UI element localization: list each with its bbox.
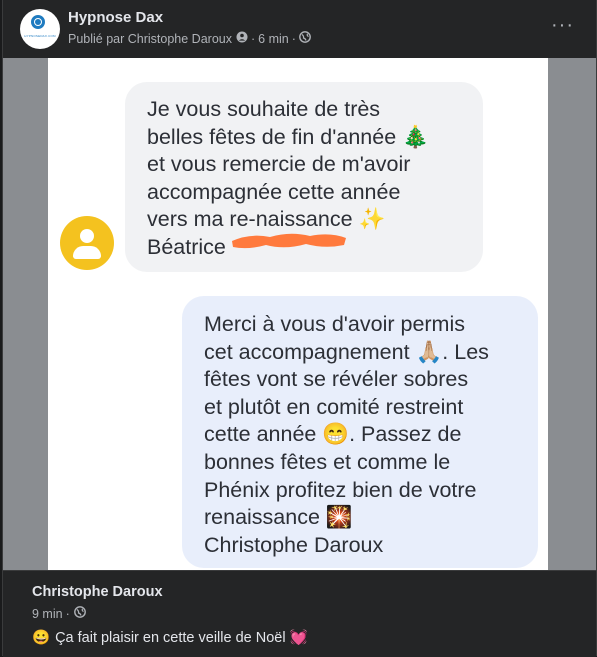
comment: Christophe Daroux 9 min · 😀 Ça fait plai…: [3, 570, 596, 657]
comment-meta: 9 min ·: [32, 606, 86, 621]
comment-meta-separator: ·: [65, 606, 70, 621]
page-avatar[interactable]: HYPNOSEDAX.COM: [20, 9, 60, 49]
person-body-icon: [73, 246, 101, 259]
meta-separator-2: ·: [291, 31, 296, 46]
comment-author[interactable]: Christophe Daroux: [32, 584, 163, 600]
sent-message-bubble: Merci à vous d'avoir permis cet accompag…: [182, 296, 538, 568]
globe-icon[interactable]: [73, 606, 86, 621]
meta-separator: ·: [250, 31, 256, 46]
page-name[interactable]: Hypnose Dax: [68, 9, 163, 26]
post-image[interactable]: Je vous souhaite de très belles fêtes de…: [3, 58, 596, 570]
person-head-icon: [80, 229, 94, 243]
redaction-scribble: [232, 233, 346, 249]
facebook-post: HYPNOSEDAX.COM Hypnose Dax Publié par Ch…: [2, 0, 597, 657]
post-header: HYPNOSEDAX.COM Hypnose Dax Publié par Ch…: [3, 0, 596, 58]
beating-heart-emoji: 💓: [289, 630, 308, 646]
publisher-info-icon[interactable]: [236, 31, 248, 46]
more-options-button[interactable]: ···: [551, 14, 574, 37]
comment-time[interactable]: 9 min: [32, 607, 63, 621]
comment-body: Ça fait plaisir en cette veille de Noël: [55, 629, 286, 646]
sms-screenshot: Je vous souhaite de très belles fêtes de…: [48, 58, 548, 570]
logo-text: HYPNOSEDAX.COM: [24, 34, 56, 38]
globe-icon[interactable]: [299, 31, 311, 46]
received-message-bubble: Je vous souhaite de très belles fêtes de…: [125, 82, 483, 272]
comment-text: 😀 Ça fait plaisir en cette veille de Noë…: [32, 629, 308, 647]
sent-message-text: Merci à vous d'avoir permis cet accompag…: [204, 312, 489, 557]
logo-dot-icon: [35, 19, 41, 25]
post-meta: Publié par Christophe Daroux · 6 min ·: [68, 31, 311, 46]
grinning-face-emoji: 😀: [32, 630, 51, 646]
contact-avatar: [60, 216, 114, 270]
published-by[interactable]: Publié par Christophe Daroux: [68, 32, 232, 46]
post-time[interactable]: 6 min: [258, 32, 289, 46]
